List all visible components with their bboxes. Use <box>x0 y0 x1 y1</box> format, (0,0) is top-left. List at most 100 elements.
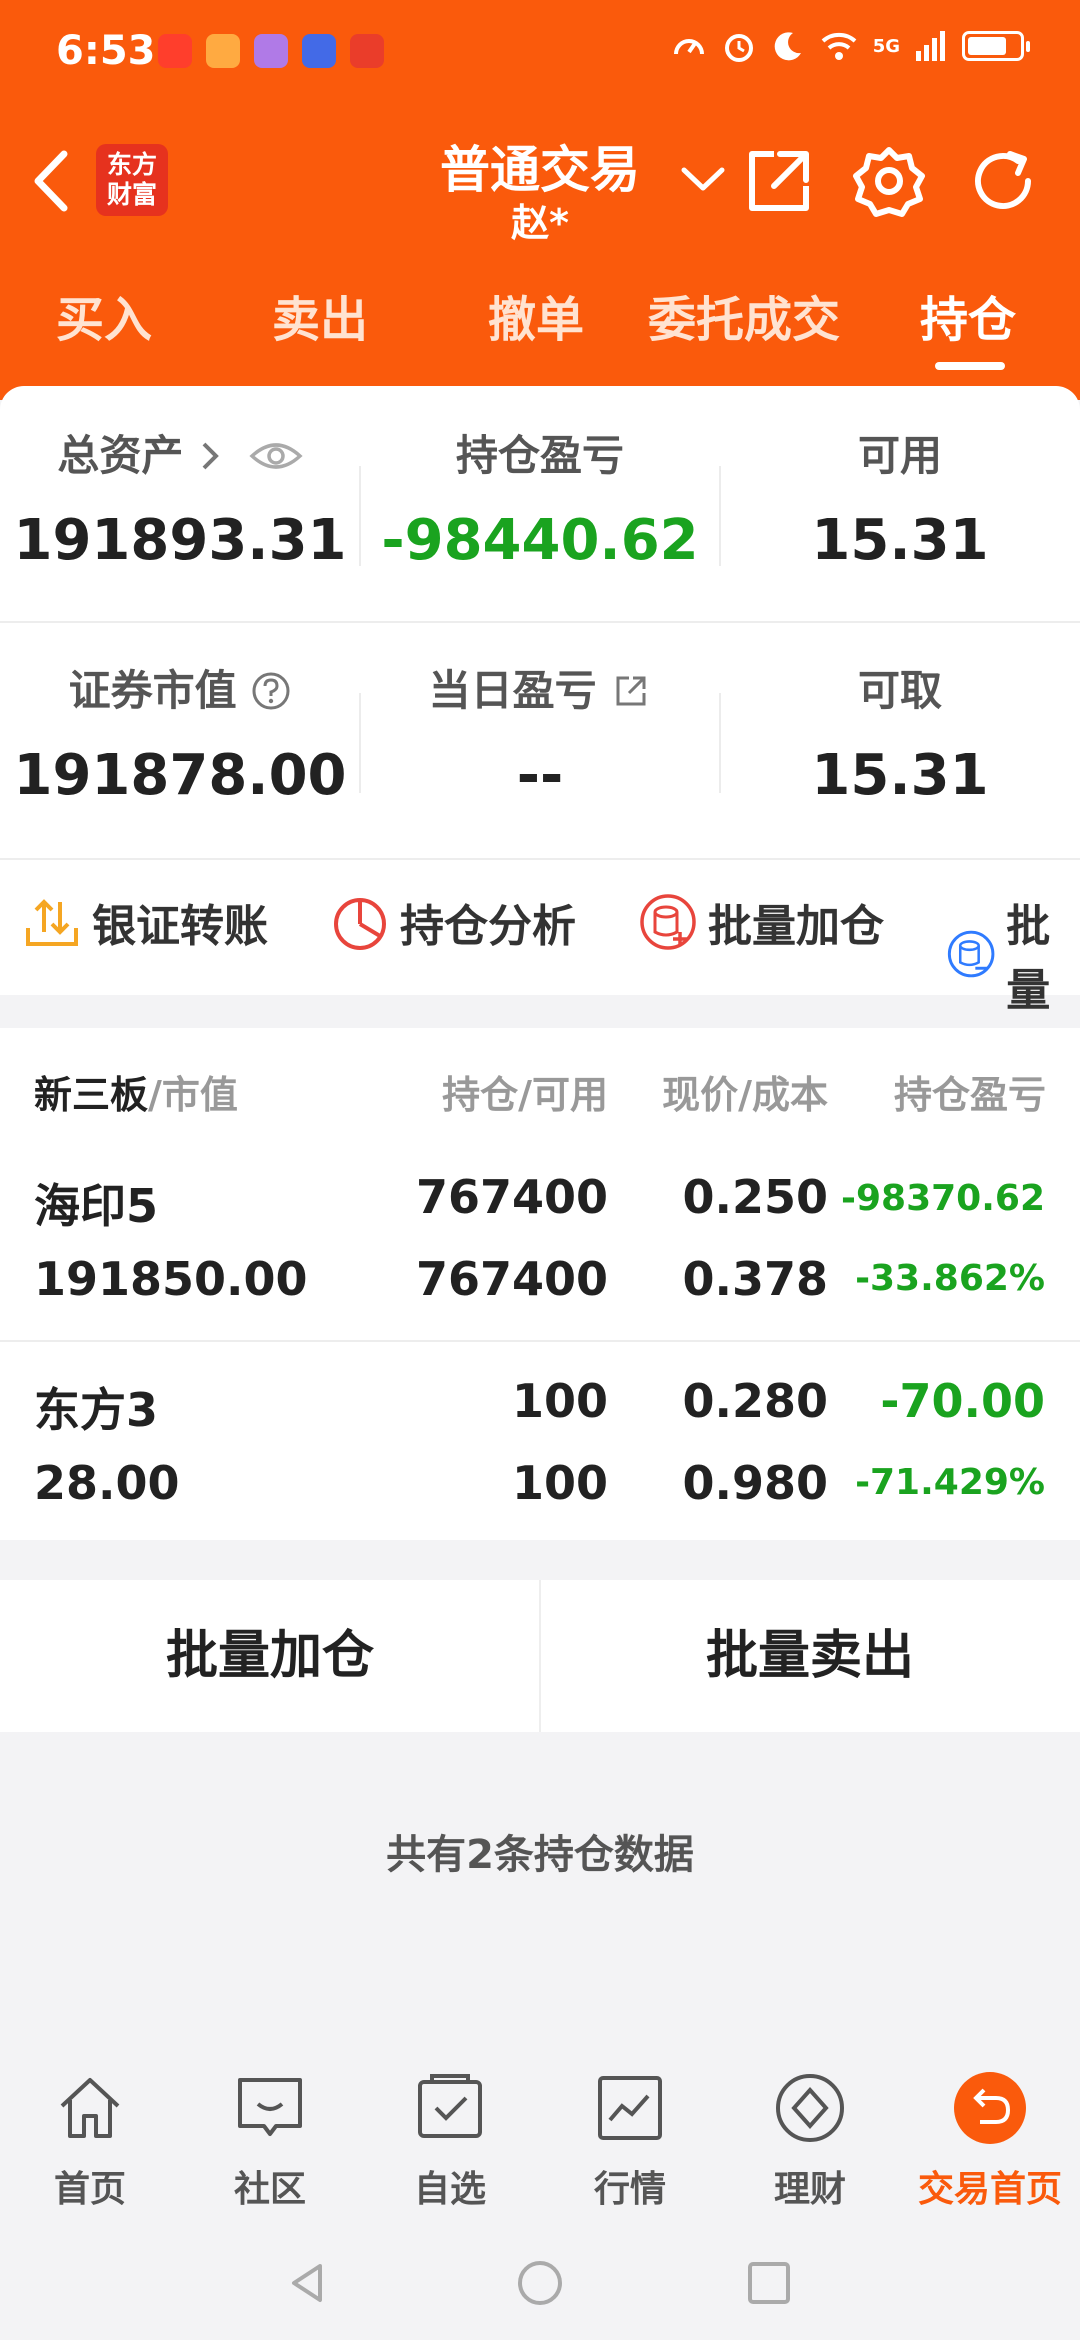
account-summary: 总资产 191893.31 持仓盈亏 -98440.62 可用 15.31 证券… <box>0 386 1080 860</box>
total-assets-cell[interactable]: 总资产 191893.31 <box>0 426 360 573</box>
moon-icon <box>774 32 801 61</box>
nav-community[interactable]: 社区 <box>180 2068 360 2212</box>
active-tab-indicator <box>935 362 1005 370</box>
return-arrow-icon <box>954 2072 1026 2144</box>
speedometer-icon <box>673 39 704 55</box>
position-analysis-action[interactable]: 持仓分析 <box>330 890 576 954</box>
system-back-icon[interactable] <box>282 2258 332 2308</box>
batch-add-label: 批量加仓 <box>708 901 884 952</box>
market-value-sublabel: /市值 <box>148 1073 238 1117</box>
line-chart-icon <box>598 2076 662 2140</box>
nav-wealth[interactable]: 理财 <box>720 2068 900 2212</box>
position-pnl-cell: 持仓盈亏 -98440.62 <box>360 426 720 573</box>
daily-pnl-label-row: 当日盈亏 <box>360 661 720 721</box>
total-assets-value: 191893.31 <box>13 508 347 573</box>
share-icon[interactable] <box>740 144 814 218</box>
gear-icon[interactable] <box>852 144 926 218</box>
divider <box>359 693 361 793</box>
nav-home-label: 首页 <box>53 2169 126 2210</box>
batch-more-label: 批量 <box>1006 901 1051 1016</box>
available-label: 可用 <box>857 431 942 480</box>
col-header-pnl[interactable]: 持仓盈亏 <box>850 1064 1046 1119</box>
home-icon <box>60 2078 120 2138</box>
stock-price: 0.250 <box>682 1170 828 1224</box>
batch-add-action[interactable]: 批量加仓 <box>638 890 884 954</box>
stock-price: 0.280 <box>682 1374 828 1428</box>
stock-pnl: -98370.62 <box>841 1178 1045 1219</box>
notification-app-icon <box>302 34 336 68</box>
daily-pnl-cell[interactable]: 当日盈亏 -- <box>360 661 720 808</box>
signal-icon <box>916 31 945 61</box>
checkbox-icon <box>418 2074 482 2138</box>
tab-positions[interactable]: 持仓 <box>920 280 1016 350</box>
notification-app-icon <box>254 34 288 68</box>
withdrawable-cell: 可取 15.31 <box>720 661 1080 808</box>
summary-row-2: 证券市值 191878.00 当日盈亏 -- 可取 15.31 <box>0 623 1080 858</box>
nav-wealth-label: 理财 <box>773 2169 846 2210</box>
bank-transfer-action[interactable]: 银证转账 <box>22 890 268 954</box>
wifi-icon <box>821 32 857 60</box>
diamond-icon <box>776 2074 844 2142</box>
eye-icon[interactable] <box>249 438 303 474</box>
nav-watchlist-label: 自选 <box>413 2169 486 2210</box>
refresh-icon[interactable] <box>966 144 1040 218</box>
chevron-right-icon <box>202 442 219 470</box>
stock-available: 100 <box>511 1456 608 1510</box>
quick-actions: 银证转账 持仓分析 批量加仓 批量 <box>0 860 1080 1016</box>
batch-more-action[interactable]: 批量 <box>946 890 1080 1018</box>
stock-pnl-pct: -33.862% <box>855 1258 1045 1299</box>
database-add-icon <box>640 894 696 950</box>
divider <box>719 466 721 566</box>
database-minus-icon <box>947 930 995 978</box>
system-home-icon[interactable] <box>515 2258 565 2308</box>
notification-app-icon <box>158 34 192 68</box>
system-recents-icon[interactable] <box>744 2258 794 2308</box>
summary-row-1: 总资产 191893.31 持仓盈亏 -98440.62 可用 15.31 <box>0 386 1080 621</box>
notification-icons <box>158 34 384 68</box>
stock-position: 100 <box>511 1374 608 1428</box>
holdings-table: 新三板/市值 持仓/可用 现价/成本 持仓盈亏 海印5 191850.00 76… <box>0 1028 1080 1540</box>
pie-chart-icon <box>334 898 386 950</box>
stock-name: 东方3 <box>34 1383 159 1437</box>
stock-pnl: -70.00 <box>880 1374 1045 1428</box>
battery-icon <box>962 31 1030 61</box>
tab-cancel[interactable]: 撤单 <box>488 280 584 350</box>
chat-icon <box>238 2078 302 2136</box>
market-value-value: 191878.00 <box>13 743 347 808</box>
tab-sell[interactable]: 卖出 <box>272 280 368 350</box>
nav-community-label: 社区 <box>233 2169 306 2210</box>
tab-orders[interactable]: 委托成交 <box>648 280 840 350</box>
divider <box>719 693 721 793</box>
withdrawable-label: 可取 <box>857 666 942 715</box>
nav-home[interactable]: 首页 <box>0 2068 180 2212</box>
help-icon[interactable] <box>251 671 291 711</box>
stock-cost: 0.378 <box>682 1252 828 1306</box>
status-time: 6:53 <box>56 28 156 74</box>
transfer-icon <box>26 899 78 946</box>
stock-cost: 0.980 <box>682 1456 828 1510</box>
position-pnl-value: -98440.62 <box>381 508 699 573</box>
notification-app-icon <box>350 34 384 68</box>
total-assets-label: 总资产 <box>57 431 184 480</box>
nav-trade-home-label: 交易首页 <box>917 2169 1062 2210</box>
external-link-icon <box>616 676 646 706</box>
status-indicators: 5G <box>671 28 1030 64</box>
tab-buy[interactable]: 买入 <box>56 280 152 350</box>
nav-watchlist[interactable]: 自选 <box>360 2068 540 2212</box>
chevron-down-icon[interactable] <box>678 160 728 200</box>
nav-trade-home[interactable]: 交易首页 <box>900 2068 1080 2212</box>
available-cell: 可用 15.31 <box>720 426 1080 573</box>
alarm-icon <box>724 34 753 62</box>
col-header-name[interactable]: 新三板/市值 <box>34 1064 238 1119</box>
col-header-price[interactable]: 现价/成本 <box>620 1064 828 1119</box>
market-value-label-row: 证券市值 <box>0 661 360 721</box>
col-header-position[interactable]: 持仓/可用 <box>400 1064 608 1119</box>
stock-available: 767400 <box>415 1252 608 1306</box>
batch-add-button[interactable]: 批量加仓 <box>0 1580 540 1732</box>
daily-pnl-value: -- <box>516 743 564 808</box>
bottom-navigation: 首页 社区 自选 行情 理财 交易首页 <box>0 2048 1080 2228</box>
nav-market[interactable]: 行情 <box>540 2068 720 2212</box>
stock-position: 767400 <box>415 1170 608 1224</box>
market-value-label: 证券市值 <box>68 666 237 715</box>
batch-sell-button[interactable]: 批量卖出 <box>540 1580 1080 1732</box>
